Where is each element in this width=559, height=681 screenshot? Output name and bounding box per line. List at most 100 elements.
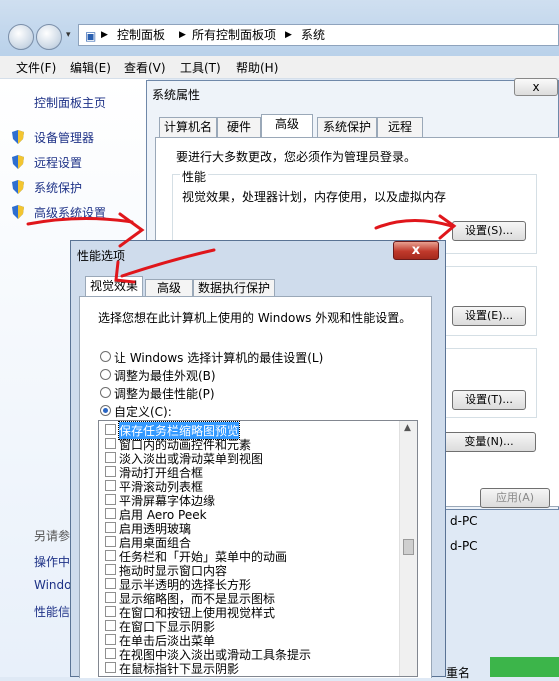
user-profiles-settings-button[interactable]: 设置(E)... (452, 306, 526, 326)
scroll-up-icon[interactable]: ▲ (404, 423, 411, 433)
radio-label: 调整为最佳外观(B) (114, 369, 216, 383)
radio-let-windows-choose[interactable]: 让 Windows 选择计算机的最佳设置(L) (98, 349, 398, 365)
list-item[interactable]: 启用透明玻璃 (99, 521, 397, 536)
performance-settings-button[interactable]: 设置(S)... (452, 221, 526, 241)
tab-advanced[interactable]: 高级 (261, 114, 313, 138)
list-item[interactable]: 启用桌面组合 (99, 535, 397, 550)
list-item[interactable]: 拖动时显示窗口内容 (99, 563, 397, 578)
apply-button[interactable]: 应用(A) (480, 488, 550, 508)
sidebar-item-system-protection[interactable]: 系统保护 (12, 179, 152, 199)
list-item[interactable]: 窗口内的动画控件和元素 (99, 437, 397, 452)
admin-note: 要进行大多数更改，您必须作为管理员登录。 (176, 150, 417, 164)
forward-button[interactable] (36, 24, 62, 50)
menu-file[interactable]: 文件(F) (16, 59, 56, 76)
sidebar-item-advanced-settings[interactable]: 高级系统设置 (12, 204, 152, 224)
checkbox[interactable] (105, 438, 116, 449)
list-item[interactable]: 在窗口和按钮上使用视觉样式 (99, 605, 397, 620)
list-item[interactable]: 在视图中淡入淡出或滑动工具条提示 (99, 647, 397, 662)
tab-remote[interactable]: 远程 (377, 117, 423, 137)
see-also-link[interactable]: 操作中 (34, 553, 70, 570)
list-item[interactable]: 平滑屏幕字体边缘 (99, 493, 397, 508)
checkbox[interactable] (105, 662, 116, 673)
see-also-link[interactable]: 性能信 (34, 603, 70, 620)
list-item[interactable]: 平滑滚动列表框 (99, 479, 397, 494)
radio-best-performance[interactable]: 调整为最佳性能(P) (98, 385, 398, 401)
back-button[interactable] (8, 24, 34, 50)
scroll-thumb[interactable] (403, 539, 414, 555)
checkbox[interactable] (105, 536, 116, 547)
sidebar-item-label: 设备管理器 (34, 131, 95, 145)
change-settings-button[interactable] (490, 657, 559, 677)
chevron-right-icon: ▶ (179, 30, 186, 40)
checkbox[interactable] (105, 480, 116, 491)
see-also-heading: 另请参 (34, 529, 71, 543)
list-item[interactable]: 任务栏和「开始」菜单中的动画 (99, 549, 397, 564)
computer-name-text: d-PC (450, 539, 478, 553)
sidebar-item-device-manager[interactable]: 设备管理器 (12, 129, 152, 149)
address-input[interactable]: ▣ ▶ 控制面板 ▶ 所有控制面板项 ▶ 系统 (78, 24, 559, 46)
checkbox[interactable] (105, 466, 116, 477)
environment-variables-button[interactable]: 变量(N)... (442, 432, 536, 452)
checkbox[interactable] (105, 564, 116, 575)
shield-icon (12, 130, 24, 144)
tab-computer-name[interactable]: 计算机名 (159, 117, 217, 137)
tab-dep[interactable]: 数据执行保护 (193, 279, 275, 297)
radio-button[interactable] (100, 387, 111, 398)
chevron-right-icon: ▶ (285, 30, 292, 40)
list-item[interactable]: 保存任务栏缩略图预览 (99, 421, 397, 440)
address-bar-area: ▾ ▣ ▶ 控制面板 ▶ 所有控制面板项 ▶ 系统 (0, 0, 559, 56)
chevron-right-icon: ▶ (101, 30, 108, 40)
breadcrumb-item[interactable]: 所有控制面板项 (192, 25, 276, 45)
startup-recovery-settings-button[interactable]: 设置(T)... (452, 390, 526, 410)
radio-label: 让 Windows 选择计算机的最佳设置(L) (114, 351, 324, 365)
dialog-title: 系统属性 (152, 88, 201, 102)
tab-hardware[interactable]: 硬件 (217, 117, 261, 137)
checkbox[interactable] (105, 522, 116, 533)
radio-button[interactable] (100, 369, 111, 380)
checkbox[interactable] (105, 634, 116, 645)
list-item[interactable]: 启用 Aero Peek (99, 507, 397, 522)
radio-custom[interactable]: 自定义(C): (98, 403, 398, 419)
radio-best-appearance[interactable]: 调整为最佳外观(B) (98, 367, 398, 383)
checkbox[interactable] (105, 494, 116, 505)
see-also-link[interactable]: Windo (34, 578, 72, 592)
checkbox[interactable] (105, 592, 116, 603)
breadcrumb-item[interactable]: 系统 (301, 25, 325, 45)
menu-view[interactable]: 查看(V) (124, 59, 166, 76)
checkbox[interactable] (105, 606, 116, 617)
checkbox-label: 在鼠标指针下显示阴影 (119, 662, 240, 676)
list-item[interactable]: 在窗口下显示阴影 (99, 619, 397, 634)
performance-group-title: 性能 (180, 168, 209, 185)
menu-edit[interactable]: 编辑(E) (70, 59, 111, 76)
checkbox[interactable] (105, 452, 116, 463)
checkbox[interactable] (105, 424, 116, 435)
checkbox[interactable] (105, 648, 116, 659)
checkbox[interactable] (105, 578, 116, 589)
list-item[interactable]: 在单击后淡出菜单 (99, 633, 397, 648)
breadcrumb-item[interactable]: 控制面板 (117, 25, 165, 45)
system-properties-close-button[interactable]: x (514, 78, 558, 96)
control-panel-icon: ▣ (85, 29, 97, 43)
sidebar-home-link[interactable]: 控制面板主页 (34, 94, 106, 111)
menu-tools[interactable]: 工具(T) (180, 59, 221, 76)
visual-effects-list[interactable]: 保存任务栏缩略图预览 窗口内的动画控件和元素 淡入淡出或滑动菜单到视图 滑动打开组合框… (98, 420, 418, 677)
list-scrollbar[interactable]: ▲ (399, 421, 417, 676)
chevron-down-icon[interactable]: ▾ (66, 30, 71, 40)
radio-button[interactable] (100, 351, 111, 362)
tab-advanced[interactable]: 高级 (145, 279, 193, 297)
checkbox[interactable] (105, 550, 116, 561)
checkbox[interactable] (105, 620, 116, 631)
list-item[interactable]: 滑动打开组合框 (99, 465, 397, 480)
list-item[interactable]: 在鼠标指针下显示阴影 (99, 661, 397, 676)
performance-options-close-button[interactable]: x (393, 241, 439, 260)
tab-system-protection[interactable]: 系统保护 (317, 117, 377, 137)
sidebar-item-remote-settings[interactable]: 远程设置 (12, 154, 152, 174)
sidebar-item-label: 高级系统设置 (34, 206, 107, 220)
list-item[interactable]: 显示半透明的选择长方形 (99, 577, 397, 592)
checkbox[interactable] (105, 508, 116, 519)
radio-button[interactable] (100, 405, 111, 416)
menu-help[interactable]: 帮助(H) (236, 59, 278, 76)
tab-visual-effects[interactable]: 视觉效果 (85, 276, 143, 297)
list-item[interactable]: 显示缩略图，而不是显示图标 (99, 591, 397, 606)
list-item[interactable]: 淡入淡出或滑动菜单到视图 (99, 451, 397, 466)
